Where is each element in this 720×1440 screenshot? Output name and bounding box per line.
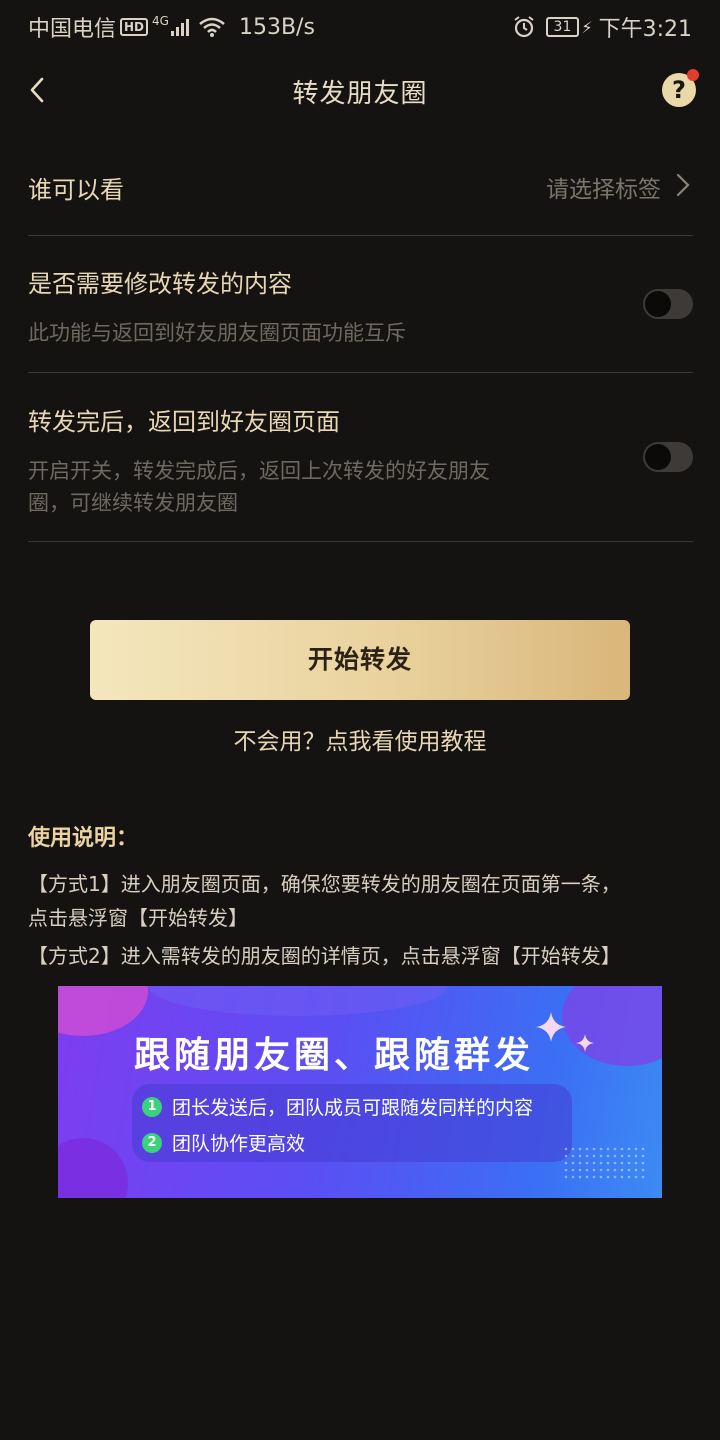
toggle-knob	[645, 444, 671, 470]
network-speed: 153B/s	[238, 14, 315, 40]
banner-item-2: 2 团队协作更高效	[142, 1129, 305, 1156]
notification-dot	[687, 69, 699, 81]
return-after-desc-line2: 圈，可继续转发朋友圈	[28, 491, 238, 515]
divider	[28, 541, 693, 542]
toggle-knob	[645, 291, 671, 317]
number-badge: 1	[142, 1096, 162, 1117]
banner-item-text: 团长发送后，团队成员可跟随发同样的内容	[172, 1097, 534, 1119]
edit-content-desc: 此功能与返回到好友朋友圈页面功能互斥	[28, 321, 406, 345]
usage-line-1: 【方式1】进入朋友圈页面，确保您要转发的朋友圈在页面第一条，	[28, 872, 621, 896]
carrier-label: 中国电信	[28, 17, 117, 42]
alarm-icon	[513, 16, 534, 38]
status-bar: 中国电信 HD 4G 153B/s 31 ⚡ 下午3:21	[0, 0, 720, 50]
sparkle-icon	[536, 1012, 566, 1042]
status-right: 31 ⚡ 下午3:21	[512, 11, 692, 43]
wifi-icon	[199, 17, 225, 37]
edit-content-row: 是否需要修改转发的内容 此功能与返回到好友朋友圈页面功能互斥	[28, 264, 693, 354]
signal-icon	[170, 18, 189, 36]
return-after-label: 转发完后，返回到好友圈页面	[28, 408, 340, 436]
network-type: 4G	[152, 14, 169, 28]
edit-content-label: 是否需要修改转发的内容	[28, 270, 292, 298]
banner-item-text: 团队协作更高效	[172, 1133, 306, 1155]
charging-icon: ⚡	[581, 17, 593, 37]
chevron-right-icon	[676, 173, 690, 197]
banner-item-1: 1 团长发送后，团队成员可跟随发同样的内容	[142, 1093, 533, 1120]
divider	[28, 372, 693, 373]
usage-heading: 使用说明：	[28, 826, 139, 851]
tutorial-link[interactable]: 不会用？点我看使用教程	[0, 722, 720, 756]
usage-line-2: 点击悬浮窗【开始转发】	[28, 906, 248, 930]
visibility-value: 请选择标签	[546, 177, 661, 203]
page-title: 转发朋友圈	[292, 79, 428, 109]
clock: 下午3:21	[598, 17, 692, 42]
usage-line-3: 【方式2】进入需转发的朋友圈的详情页，点击悬浮窗【开始转发】	[28, 944, 621, 968]
battery-indicator: 31	[545, 17, 580, 37]
banner-title: 跟随朋友圈、跟随群发	[134, 1035, 535, 1076]
nav-bar: 转发朋友圈 ?	[0, 55, 720, 125]
start-forward-button[interactable]: 开始转发	[90, 620, 630, 700]
edit-content-toggle[interactable]	[643, 289, 693, 319]
promo-banner[interactable]: 跟随朋友圈、跟随群发 1 团长发送后，团队成员可跟随发同样的内容 2 团队协作更…	[58, 986, 662, 1198]
return-after-toggle[interactable]	[643, 442, 693, 472]
return-after-row: 转发完后，返回到好友圈页面 开启开关，转发完成后，返回上次转发的好友朋友 圈，可…	[28, 402, 693, 522]
hd-badge: HD	[120, 18, 149, 36]
divider	[28, 235, 693, 236]
status-left: 中国电信 HD 4G 153B/s	[28, 11, 315, 43]
number-badge: 2	[142, 1132, 162, 1153]
sparkle-icon	[576, 1034, 594, 1052]
visibility-row[interactable]: 谁可以看 请选择标签	[28, 170, 693, 204]
return-after-desc-line1: 开启开关，转发完成后，返回上次转发的好友朋友	[28, 459, 490, 483]
dots-pattern-icon	[564, 1147, 645, 1179]
